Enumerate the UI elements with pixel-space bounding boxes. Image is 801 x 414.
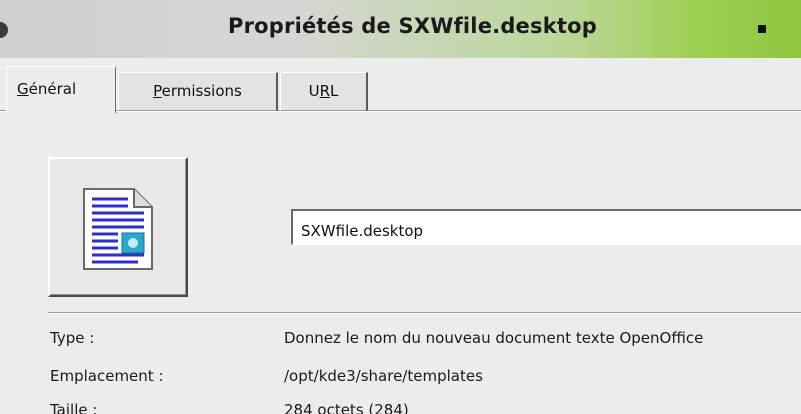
type-value: Donnez le nom du nouveau document texte … xyxy=(284,329,704,347)
maximize-icon[interactable] xyxy=(758,25,766,33)
separator xyxy=(48,312,801,313)
location-label: Emplacement : xyxy=(50,367,164,385)
properties-dialog: Propriétés de SXWfile.desktop Permission… xyxy=(0,0,801,414)
tab-url-rest: L xyxy=(330,82,339,100)
tab-general-rest: énéral xyxy=(28,80,77,98)
location-value: /opt/kde3/share/templates xyxy=(284,367,483,385)
title-bar[interactable]: Propriétés de SXWfile.desktop xyxy=(0,0,801,59)
tab-permissions[interactable]: Permissions xyxy=(118,72,278,111)
tab-url-mnemonic: R xyxy=(319,82,331,100)
tab-permissions-rest: ermissions xyxy=(161,82,242,100)
size-value: 284 octets (284) xyxy=(284,401,409,414)
document-text-icon xyxy=(83,188,153,270)
window-title: Propriétés de SXWfile.desktop xyxy=(228,14,597,38)
file-icon-button[interactable] xyxy=(48,157,188,297)
tab-general-mnemonic: G xyxy=(17,80,29,98)
tab-general[interactable]: Général xyxy=(6,66,116,113)
type-label: Type : xyxy=(50,329,95,347)
file-name-input[interactable] xyxy=(291,209,801,245)
tab-url[interactable]: URL xyxy=(280,72,368,111)
tab-url-pre: U xyxy=(308,82,320,100)
tab-permissions-mnemonic: P xyxy=(153,82,162,100)
size-label: Taille : xyxy=(50,401,98,414)
